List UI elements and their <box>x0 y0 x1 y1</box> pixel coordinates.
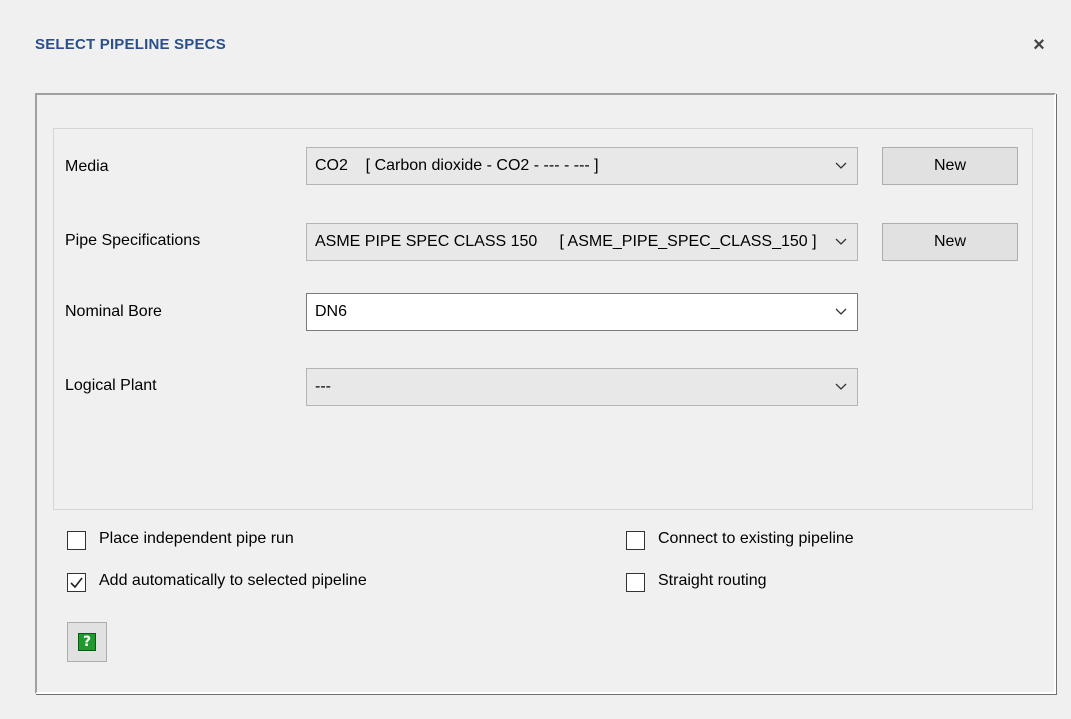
nominal-bore-label: Nominal Bore <box>65 303 162 320</box>
connect-existing-checkbox[interactable] <box>626 531 645 550</box>
help-icon: ? <box>78 633 96 651</box>
add-automatically-checkbox[interactable] <box>67 573 86 592</box>
straight-routing-checkbox[interactable] <box>626 573 645 592</box>
nominal-bore-combobox[interactable]: DN6 <box>306 293 858 331</box>
media-combobox[interactable]: CO2 [ Carbon dioxide - CO2 - --- - --- ] <box>306 147 858 185</box>
place-independent-label[interactable]: Place independent pipe run <box>99 530 294 548</box>
pipe-spec-combobox[interactable]: ASME PIPE SPEC CLASS 150 [ ASME_PIPE_SPE… <box>306 223 858 261</box>
new-pipe-spec-button[interactable]: New <box>882 223 1018 261</box>
chevron-down-icon <box>835 162 847 169</box>
checkmark-icon <box>70 577 83 589</box>
add-automatically-label[interactable]: Add automatically to selected pipeline <box>99 572 367 590</box>
new-media-button[interactable]: New <box>882 147 1018 185</box>
logical-plant-value: --- <box>315 378 331 395</box>
connect-existing-label[interactable]: Connect to existing pipeline <box>658 530 854 548</box>
place-independent-checkbox[interactable] <box>67 531 86 550</box>
logical-plant-combobox[interactable]: --- <box>306 368 858 406</box>
help-button[interactable]: ? <box>67 622 107 662</box>
nominal-bore-value: DN6 <box>315 303 348 320</box>
media-label: Media <box>65 158 109 175</box>
pipe-spec-label: Pipe Specifications <box>65 232 201 249</box>
chevron-down-icon <box>835 308 847 315</box>
chevron-down-icon <box>835 238 847 245</box>
close-button[interactable]: × <box>1028 34 1050 56</box>
media-value: CO2 [ Carbon dioxide - CO2 - --- - --- ] <box>315 157 599 174</box>
logical-plant-label: Logical Plant <box>65 377 157 394</box>
dialog-title: SELECT PIPELINE SPECS <box>35 36 226 53</box>
chevron-down-icon <box>835 383 847 390</box>
pipe-spec-value: ASME PIPE SPEC CLASS 150 [ ASME_PIPE_SPE… <box>315 233 817 250</box>
straight-routing-label[interactable]: Straight routing <box>658 572 767 590</box>
select-pipeline-specs-dialog: SELECT PIPELINE SPECS × Media CO2 [ Carb… <box>0 0 1071 719</box>
